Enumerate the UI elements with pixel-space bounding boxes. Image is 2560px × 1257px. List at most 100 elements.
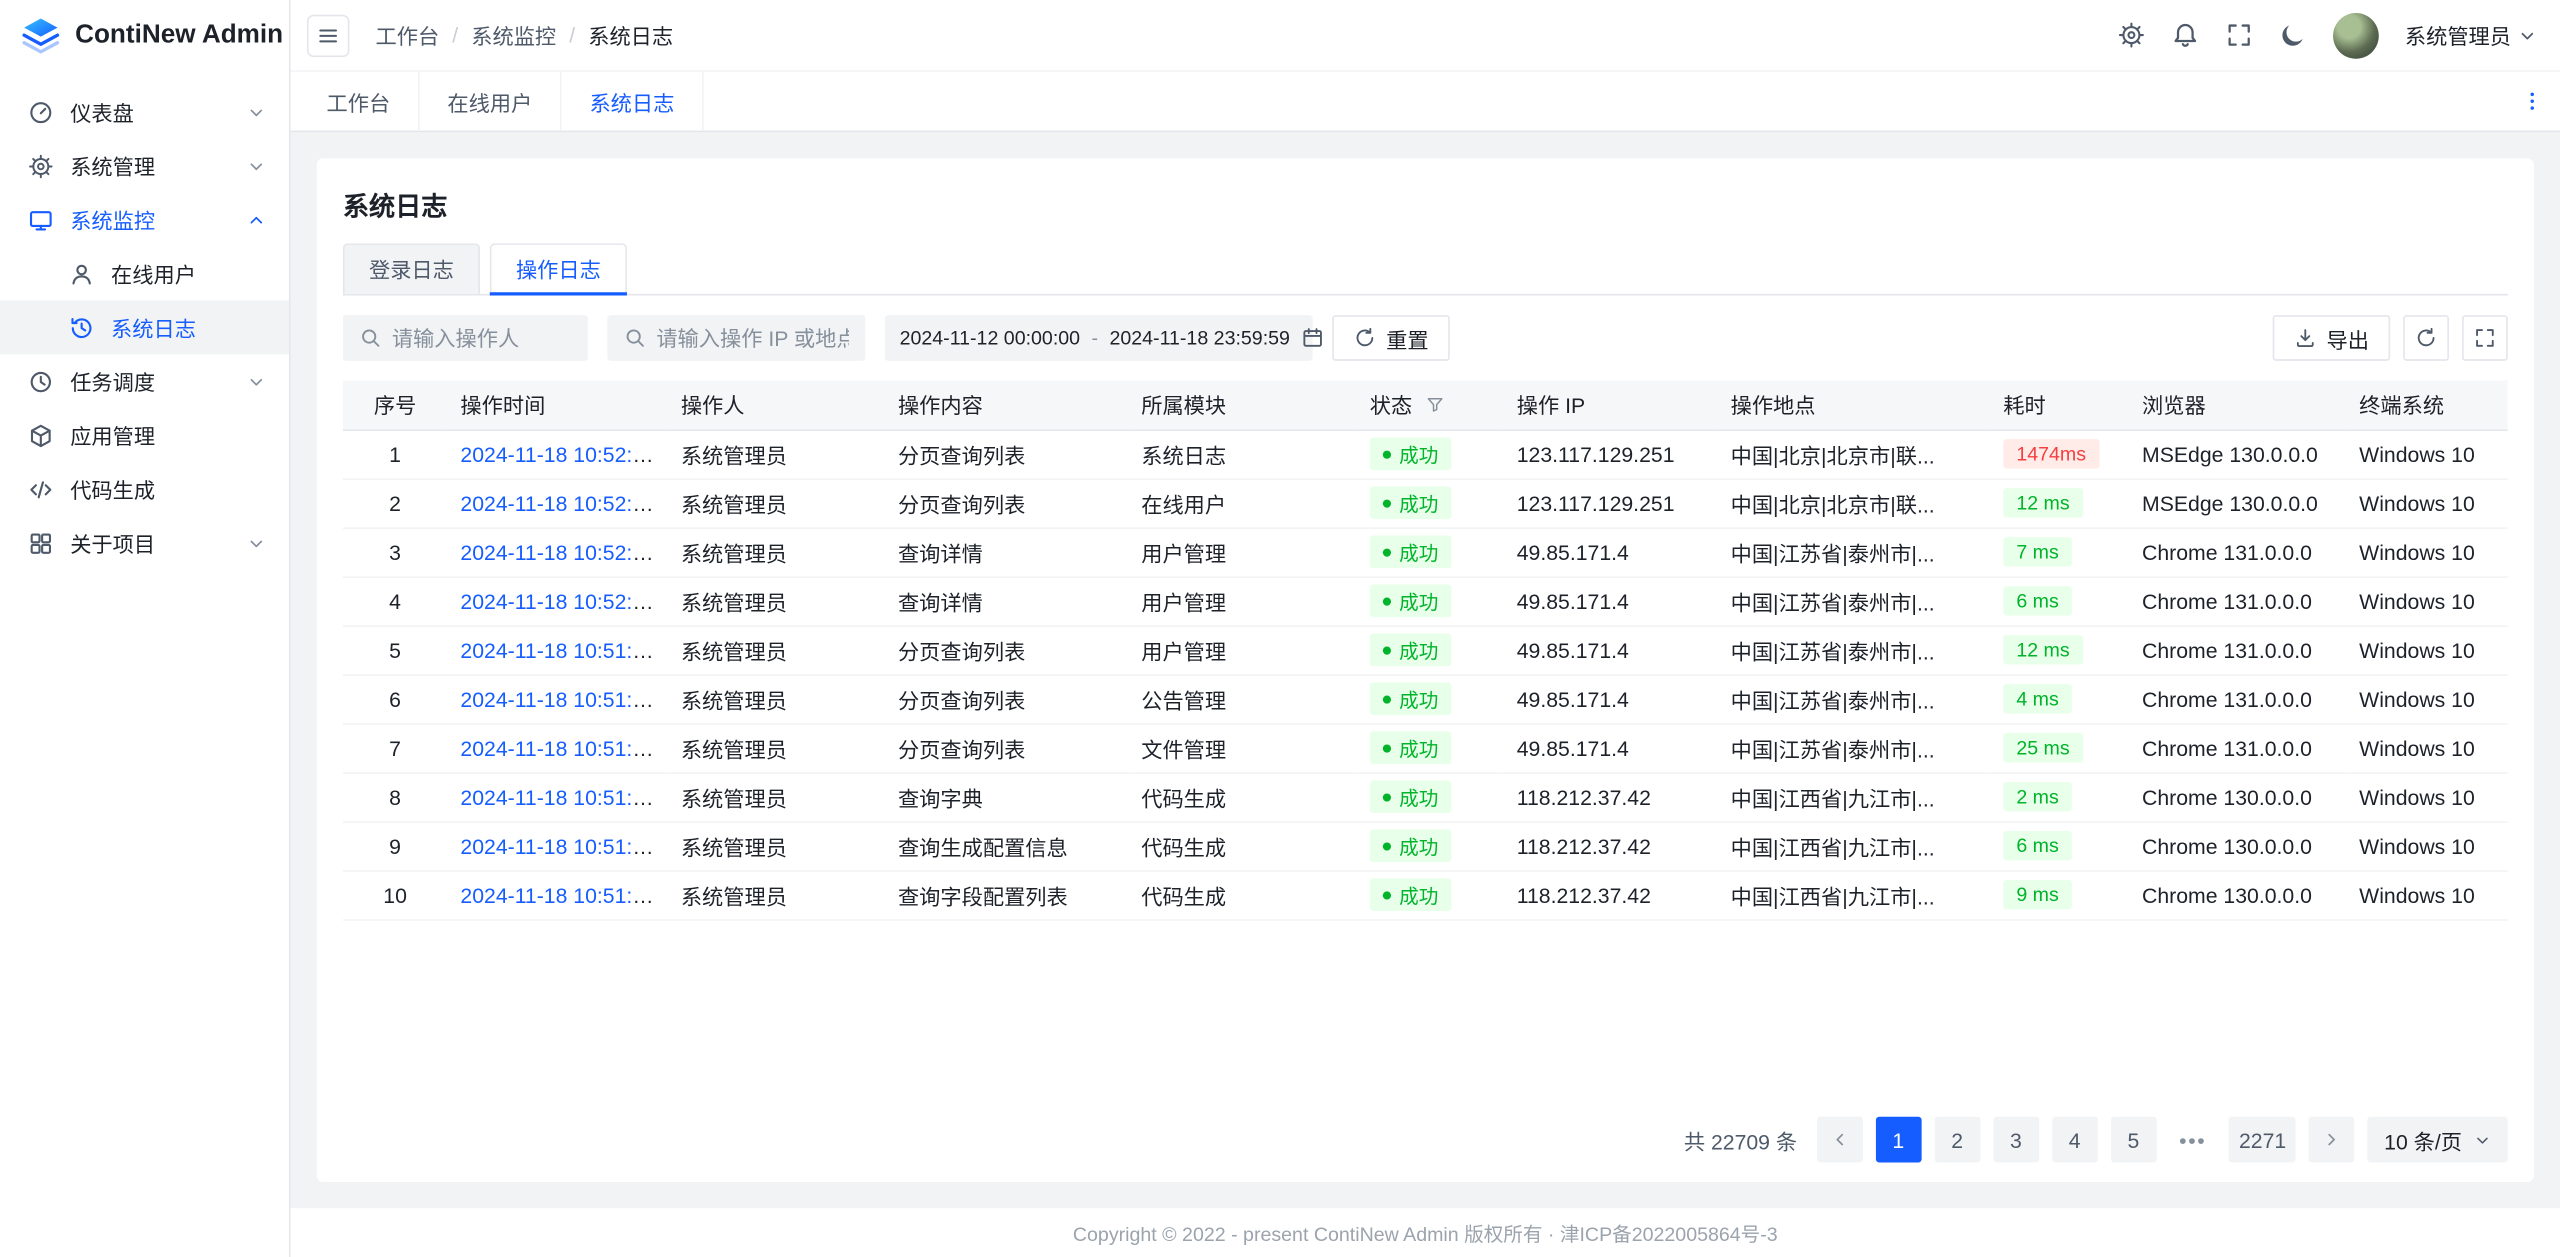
cell-module: 用户管理 [1128,527,1357,576]
log-time-link[interactable]: 2024-11-18 10:51:49 [460,882,656,906]
fullscreen-icon [2473,327,2496,350]
pagination-page[interactable]: 2 [1934,1117,1980,1163]
dark-mode-button[interactable] [2279,21,2307,49]
pagination-page[interactable]: 3 [1993,1117,2039,1163]
fullscreen-button[interactable] [2225,21,2253,49]
cell-ip: 49.85.171.4 [1504,723,1718,772]
status-dot-icon [1383,597,1391,605]
cell-module: 用户管理 [1128,625,1357,674]
user-menu[interactable]: 系统管理员 [2405,20,2537,51]
reset-button[interactable]: 重置 [1332,315,1450,361]
operator-search-input[interactable] [392,326,572,350]
breadcrumb-item[interactable]: 系统监控 [471,20,556,51]
chevron-down-icon [247,371,267,391]
sidebar-menu: 仪表盘 系统管理 系统监控 在线用户 系统日志 [0,72,289,570]
column-header-label: 状态 [1370,394,1412,418]
date-range-picker[interactable]: 2024-11-12 00:00:00 - 2024-11-18 23:59:5… [885,315,1313,361]
page-size-select[interactable]: 10 条/页 [2368,1117,2508,1163]
table-header-row: 序号 操作时间 操作人 操作内容 所属模块 状态 操作 IP 操作 [343,380,2508,429]
pagination-next-button[interactable] [2309,1117,2355,1163]
log-time-link[interactable]: 2024-11-18 10:51:50 [460,784,656,808]
box-icon [28,422,54,448]
cell-operator: 系统管理员 [668,478,885,527]
cell-duration: 4 ms [1990,674,2129,723]
cell-module: 系统日志 [1128,429,1357,478]
pagination-ellipsis[interactable]: ••• [2169,1117,2216,1163]
operator-search-field[interactable] [343,315,588,361]
cell-os: Windows 10 [2346,821,2508,870]
duration-badge: 12 ms [2003,488,2082,518]
table-fullscreen-button[interactable] [2462,315,2508,361]
cell-os: Windows 10 [2346,674,2508,723]
sidebar-item-label: 任务调度 [70,366,230,397]
log-time-link[interactable]: 2024-11-18 10:52:55 [460,442,656,466]
breadcrumb-item[interactable]: 工作台 [376,20,440,51]
ip-search-input[interactable] [656,326,849,350]
log-time-link[interactable]: 2024-11-18 10:51:49 [460,833,656,857]
pagination-page[interactable]: 4 [2052,1117,2098,1163]
cell-browser: Chrome 131.0.0.0 [2129,625,2346,674]
sidebar-item-about-project[interactable]: 关于项目 [0,516,289,570]
tab-options-button[interactable] [2521,90,2544,113]
notifications-button[interactable] [2171,21,2199,49]
duration-badge: 6 ms [2003,831,2072,861]
filter-funnel-icon[interactable] [1425,396,1445,416]
pagination-page[interactable]: 2271 [2229,1117,2296,1163]
log-table-row: 82024-11-18 10:51:50系统管理员查询字典代码生成成功118.2… [343,772,2508,821]
cell-ip: 118.212.37.42 [1504,870,1718,919]
cell-status: 成功 [1357,625,1504,674]
user-avatar[interactable] [2333,12,2379,58]
settings-button[interactable] [2118,21,2146,49]
tab-workbench[interactable]: 工作台 [299,72,420,131]
pagination-page[interactable]: 1 [1875,1117,1921,1163]
cell-status: 成功 [1357,576,1504,625]
cell-index: 6 [343,674,447,723]
log-time-link[interactable]: 2024-11-18 10:52:47 [460,491,656,515]
status-badge: 成功 [1370,731,1452,764]
dashboard-icon [28,99,54,125]
pagination-page[interactable]: 5 [2111,1117,2157,1163]
duration-badge: 9 ms [2003,880,2072,910]
breadcrumb-separator: / [569,23,575,47]
sidebar-item-label: 关于项目 [70,527,230,558]
tab-label: 登录日志 [369,258,454,282]
status-dot-icon [1383,842,1391,850]
logo[interactable]: ContiNew Admin [0,0,289,72]
log-type-tabs: 登录日志 操作日志 [343,243,2508,295]
pagination-pages: 12345 ••• 2271 [1875,1117,2296,1163]
cell-duration: 12 ms [1990,625,2129,674]
log-time-link[interactable]: 2024-11-18 10:51:55 [460,638,656,662]
app-title: ContiNew Admin [75,21,283,50]
sidebar-item-label: 系统监控 [70,204,230,235]
cell-time: 2024-11-18 10:51:49 [447,870,667,919]
cell-duration: 9 ms [1990,870,2129,919]
tab-online-users[interactable]: 在线用户 [420,72,562,131]
export-button[interactable]: 导出 [2273,315,2391,361]
refresh-table-button[interactable] [2403,315,2449,361]
log-time-link[interactable]: 2024-11-18 10:52:05 [460,589,656,613]
sidebar-item-dashboard[interactable]: 仪表盘 [0,85,289,139]
tab-login-log[interactable]: 登录日志 [343,243,480,294]
sidebar-item-task-schedule[interactable]: 任务调度 [0,354,289,408]
log-time-link[interactable]: 2024-11-18 10:51:53 [460,687,656,711]
tab-system-log[interactable]: 系统日志 [562,72,704,131]
sidebar-item-app-management[interactable]: 应用管理 [0,408,289,462]
sidebar-item-system-log[interactable]: 系统日志 [0,300,289,354]
log-time-link[interactable]: 2024-11-18 10:52:12 [460,540,656,564]
cell-location: 中国|江苏省|泰州市|... [1718,527,1991,576]
column-header-os: 终端系统 [2346,380,2508,429]
cell-os: Windows 10 [2346,429,2508,478]
pagination-prev-button[interactable] [1817,1117,1863,1163]
sidebar-item-code-generation[interactable]: 代码生成 [0,462,289,516]
sidebar-collapse-button[interactable] [307,14,349,56]
tab-operation-log[interactable]: 操作日志 [490,243,627,294]
cell-location: 中国|北京|北京市|联... [1718,429,1991,478]
sidebar-item-system-management[interactable]: 系统管理 [0,139,289,193]
cell-duration: 12 ms [1990,478,2129,527]
download-icon [2294,327,2317,350]
sidebar-item-system-monitor[interactable]: 系统监控 [0,193,289,247]
ip-search-field[interactable] [607,315,865,361]
sidebar-item-online-users[interactable]: 在线用户 [0,247,289,301]
log-table-row: 72024-11-18 10:51:52系统管理员分页查询列表文件管理成功49.… [343,723,2508,772]
log-time-link[interactable]: 2024-11-18 10:51:52 [460,736,656,760]
